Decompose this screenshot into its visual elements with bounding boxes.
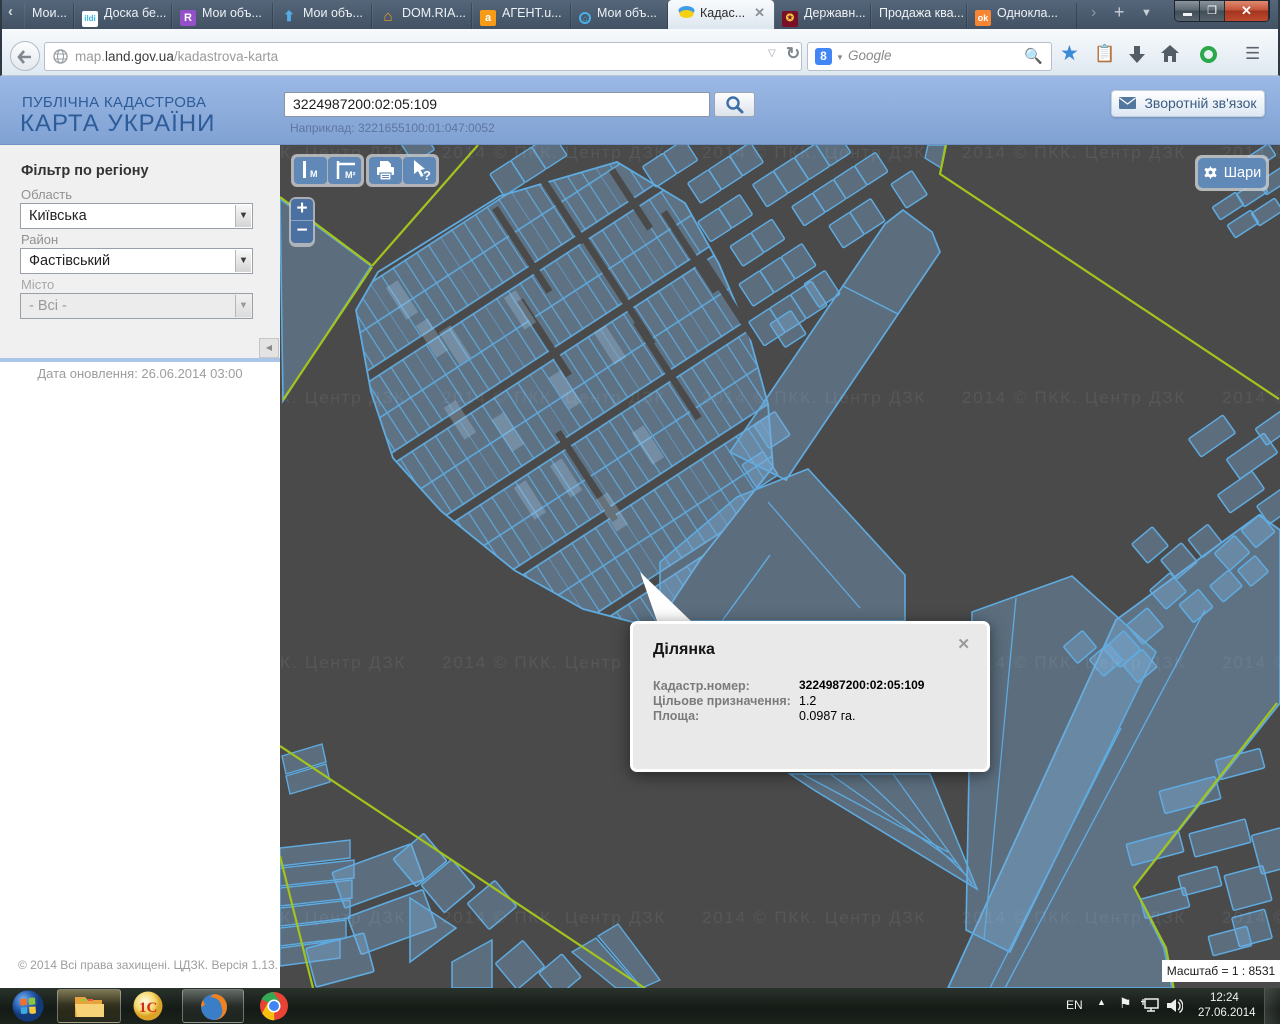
svg-text:2014 © ПКК. Центр ДЗК: 2014 © ПКК. Центр ДЗК [1222, 388, 1280, 407]
svg-text:2014 © ПКК. Центр ДЗК: 2014 © ПКК. Центр ДЗК [442, 145, 666, 162]
svg-text:2014 © ПКК. Центр ДЗК: 2014 © ПКК. Центр ДЗК [962, 145, 1186, 162]
svg-text:2014 © ПКК. Центр ДЗК: 2014 © ПКК. Центр ДЗК [280, 653, 406, 672]
svg-text:2014 © ПКК. Центр ДЗК: 2014 © ПКК. Центр ДЗК [962, 388, 1186, 407]
svg-text:2014 © ПКК. Центр ДЗК: 2014 © ПКК. Центр ДЗК [702, 388, 926, 407]
svg-text:2014 © ПКК. Центр ДЗК: 2014 © ПКК. Центр ДЗК [1222, 908, 1280, 927]
svg-text:2014 © ПКК. Центр ДЗК: 2014 © ПКК. Центр ДЗК [442, 908, 666, 927]
svg-text:2014 © ПКК. Центр ДЗК: 2014 © ПКК. Центр ДЗК [702, 908, 926, 927]
svg-text:2014 © ПКК. Центр ДЗК: 2014 © ПКК. Центр ДЗК [702, 145, 926, 162]
svg-text:?: ? [423, 168, 431, 183]
svg-text:2014 © ПКК. Центр ДЗК: 2014 © ПКК. Центр ДЗК [1222, 653, 1280, 672]
svg-text:2014 © ПКК. Центр ДЗК: 2014 © ПКК. Центр ДЗК [280, 908, 406, 927]
svg-text:2014 © ПКК. Центр ДЗК: 2014 © ПКК. Центр ДЗК [280, 388, 406, 407]
svg-text:М²: М² [345, 170, 356, 180]
svg-text:2014 © ПКК. Центр ДЗК: 2014 © ПКК. Центр ДЗК [962, 908, 1186, 927]
svg-text:2014 © ПКК. Центр ДЗК: 2014 © ПКК. Центр ДЗК [442, 388, 666, 407]
svg-text:1С: 1С [139, 1000, 157, 1016]
svg-text:2014 © ПКК. Центр ДЗК: 2014 © ПКК. Центр ДЗК [962, 653, 1186, 672]
